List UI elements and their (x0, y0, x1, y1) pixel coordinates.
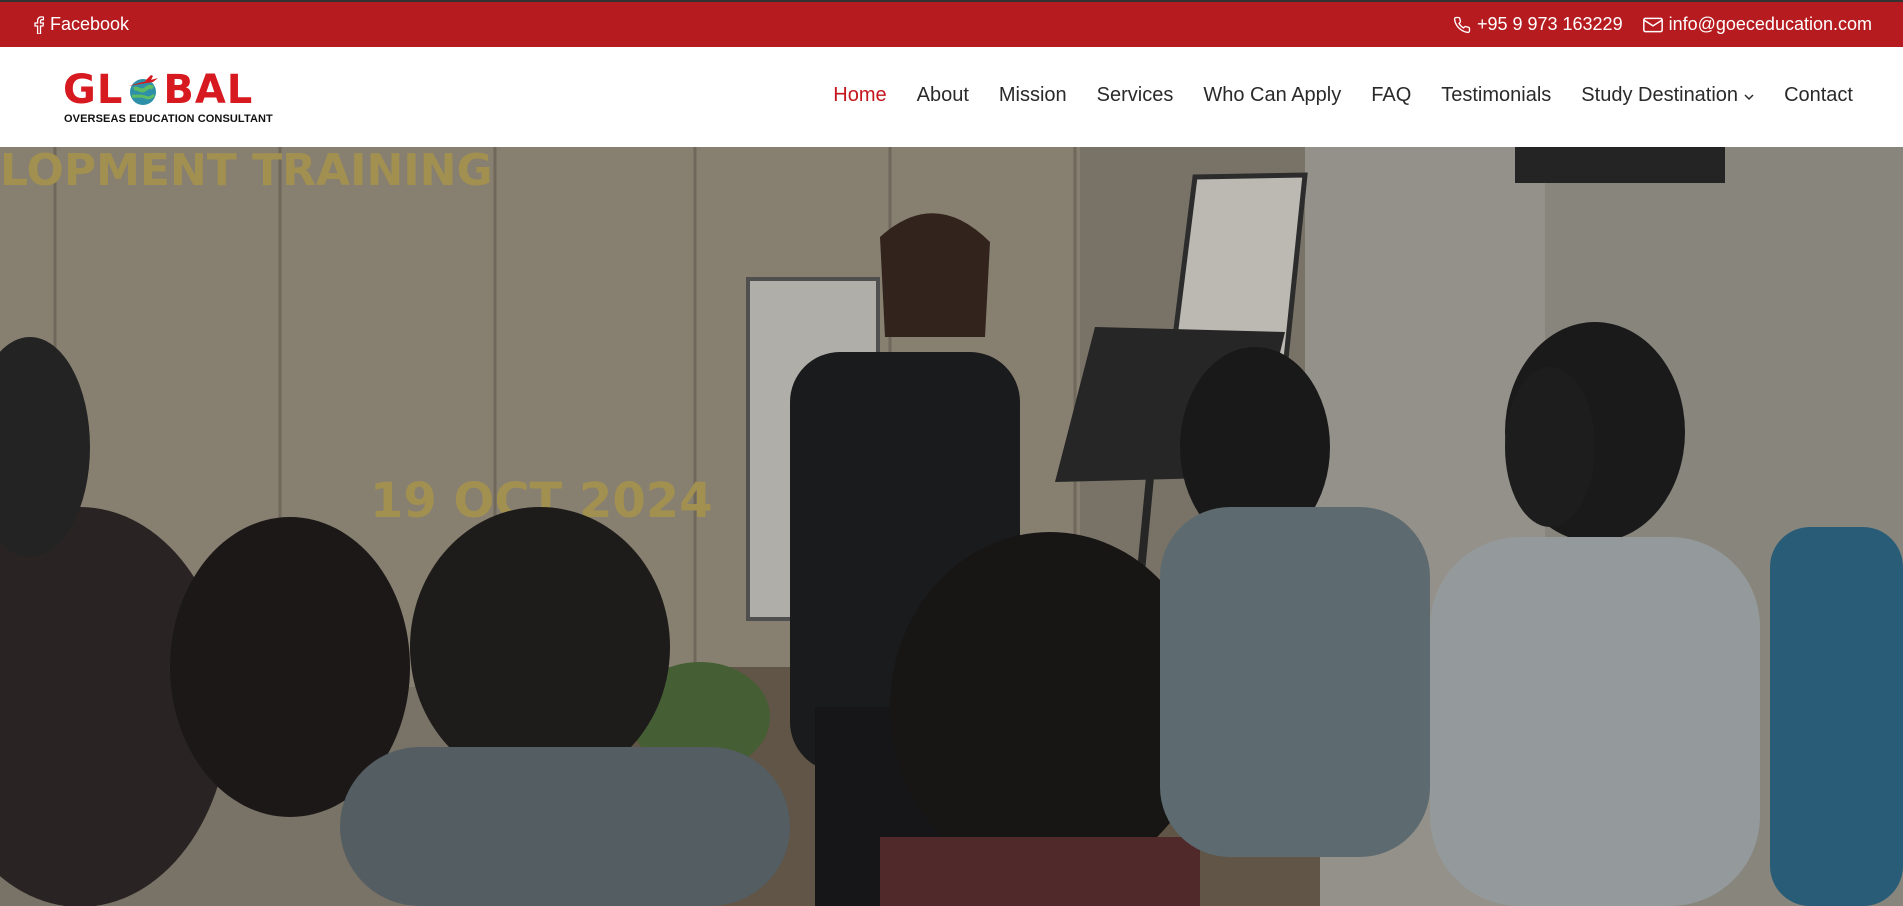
globe-plane-icon (125, 72, 161, 108)
nav-study-destination-label: Study Destination (1581, 84, 1739, 106)
nav-contact[interactable]: Contact (1784, 84, 1853, 107)
nav-mission-label: Mission (998, 84, 1067, 106)
facebook-icon (34, 15, 44, 34)
nav-home-label: Home (833, 84, 887, 106)
nav-mission[interactable]: Mission (999, 84, 1067, 107)
main-navigation: Home About Mission Services Who Can Appl… (833, 84, 1853, 107)
nav-faq-label: FAQ (1371, 84, 1412, 106)
nav-testimonials[interactable]: Testimonials (1441, 84, 1551, 107)
nav-services[interactable]: Services (1097, 84, 1174, 107)
nav-study-destination[interactable]: Study Destination (1581, 84, 1754, 107)
site-header: GL BAL OVERSEAS EDUCATION CONSULTANT Hom… (0, 47, 1903, 147)
nav-about-label: About (916, 84, 969, 106)
hero-photo-classroom: LOPMENT TRAINING 19 OCT 2024 (0, 147, 1903, 906)
phone-number: +95 9 973 163229 (1476, 14, 1623, 34)
chevron-down-icon (1744, 84, 1754, 107)
nav-testimonials-label: Testimonials (1441, 84, 1552, 106)
logo-subtitle: OVERSEAS EDUCATION CONSULTANT (64, 113, 273, 125)
nav-who-can-apply-label: Who Can Apply (1203, 84, 1342, 106)
email-link[interactable]: info@goeceducation.com (1642, 14, 1872, 35)
hero-image: LOPMENT TRAINING 19 OCT 2024 (0, 147, 1903, 906)
facebook-link[interactable]: Facebook (34, 14, 129, 35)
nav-about[interactable]: About (917, 84, 969, 107)
nav-faq[interactable]: FAQ (1371, 84, 1411, 107)
email-address: info@goeceducation.com (1668, 14, 1872, 34)
nav-home[interactable]: Home (833, 84, 886, 107)
top-contact-bar: Facebook +95 9 973 163229 info@goeceduca… (0, 0, 1903, 47)
logo-wordmark: GL BAL (63, 69, 253, 111)
phone-link[interactable]: +95 9 973 163229 (1453, 14, 1623, 35)
nav-contact-label: Contact (1784, 84, 1853, 106)
phone-icon (1453, 16, 1471, 34)
nav-services-label: Services (1096, 84, 1174, 106)
mail-icon (1642, 17, 1663, 33)
nav-who-can-apply[interactable]: Who Can Apply (1203, 84, 1341, 107)
contact-info: +95 9 973 163229 info@goeceducation.com (1453, 14, 1872, 35)
logo-word-right: BAL (163, 67, 254, 113)
logo-word-left: GL (63, 67, 124, 113)
site-logo[interactable]: GL BAL OVERSEAS EDUCATION CONSULTANT (63, 69, 273, 129)
facebook-label: Facebook (50, 14, 130, 34)
